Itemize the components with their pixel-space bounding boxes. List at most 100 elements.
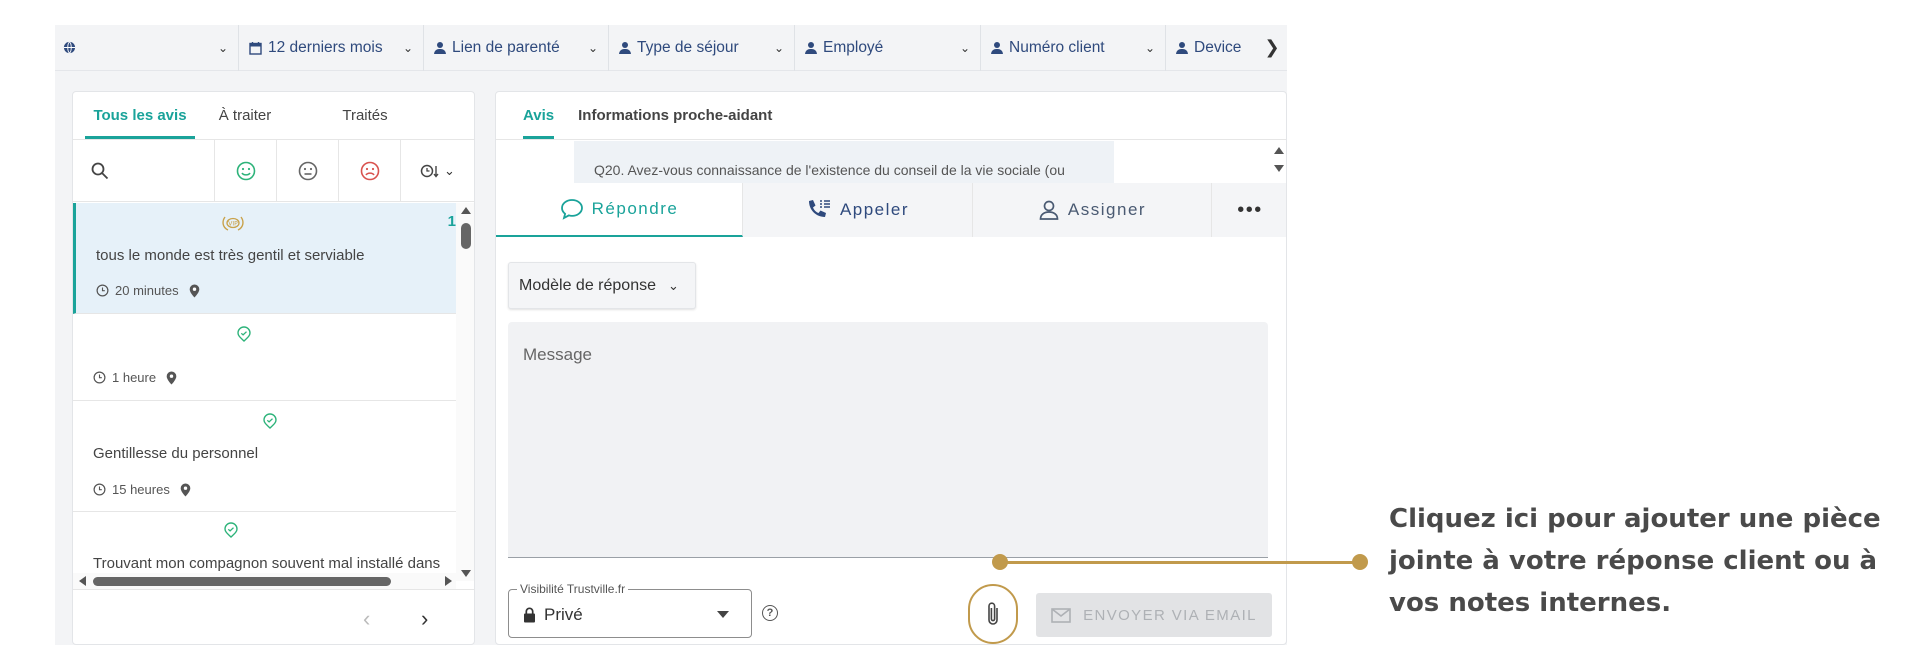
list-item[interactable]: Trouvant mon compagnon souvent mal insta… [73, 512, 456, 573]
filter-language[interactable]: ⌄ [55, 25, 239, 71]
filter-device[interactable]: Device [1166, 25, 1258, 71]
person-icon [1176, 41, 1188, 54]
detail-tabs: Avis Informations proche-aidant [496, 92, 1286, 140]
visibility-value: Privé [544, 605, 583, 624]
attach-file-button[interactable] [968, 584, 1018, 644]
previous-page-button[interactable]: ‹ [363, 606, 370, 632]
filter-lien-label: Lien de parenté [452, 38, 560, 56]
visibility-value-wrap: Privé [523, 605, 583, 625]
callout-text: Cliquez ici pour ajouter une pièce joint… [1389, 504, 1881, 618]
reviews-vertical-scrollbar[interactable] [456, 203, 474, 581]
filter-period[interactable]: 12 derniers mois ⌄ [239, 25, 424, 71]
search-button[interactable] [73, 140, 215, 201]
globe-icon [63, 41, 76, 54]
reviews-list: VIP 1 tous le monde est très gentil et s… [73, 203, 456, 573]
smile-sad-icon [360, 161, 379, 180]
reply-label: Répondre [591, 199, 679, 218]
chevron-down-icon: ⌄ [587, 40, 598, 55]
filter-numero-client[interactable]: Numéro client ⌄ [981, 25, 1166, 71]
speech-bubble-icon [560, 199, 583, 220]
filter-period-label: 12 derniers mois [268, 38, 383, 56]
location-marker-icon [263, 413, 277, 429]
scroll-down-arrow-icon[interactable] [1274, 165, 1284, 172]
visibility-select[interactable]: Visibilité Trustville.fr Privé [508, 582, 752, 638]
chevron-down-icon: ⌄ [773, 40, 784, 55]
filter-scroll-right-button[interactable]: ❯ [1258, 37, 1286, 58]
location-pin-icon [180, 483, 191, 496]
chevron-right-icon: ❯ [1264, 37, 1280, 57]
review-time: 20 minutes [115, 283, 179, 298]
filter-employe[interactable]: Employé ⌄ [795, 25, 981, 71]
scrollbar-thumb[interactable] [461, 223, 471, 249]
calendar-icon [249, 41, 262, 55]
callout-dot [1352, 554, 1368, 570]
filter-bar: ⌄ 12 derniers mois ⌄ Lien de parenté ⌄ T… [55, 25, 1287, 71]
review-meta: 1 heure [73, 370, 177, 385]
list-item[interactable]: VIP 1 tous le monde est très gentil et s… [73, 203, 456, 314]
filter-device-label: Device [1194, 38, 1242, 56]
tab-avis[interactable]: Avis [511, 92, 566, 139]
message-textarea[interactable]: Message [508, 322, 1268, 558]
list-item[interactable]: Gentillesse du personnel 15 heures [73, 401, 456, 512]
tab-traites[interactable]: Traités [295, 92, 435, 139]
tab-a-traiter[interactable]: À traiter [195, 92, 295, 139]
sort-dropdown[interactable]: ⌄ [401, 140, 474, 201]
send-email-button[interactable]: ENVOYER VIA EMAIL [1036, 593, 1272, 637]
visibility-label: Visibilité Trustville.fr [517, 582, 629, 596]
location-marker-icon [224, 522, 238, 538]
svg-text:VIP: VIP [228, 221, 238, 228]
app-window: ⌄ 12 derniers mois ⌄ Lien de parenté ⌄ T… [55, 25, 1287, 645]
scroll-left-arrow-icon[interactable] [79, 576, 86, 586]
scroll-up-arrow-icon[interactable] [461, 207, 471, 214]
filter-neutral-button[interactable] [277, 140, 339, 201]
chevron-down-icon: ⌄ [402, 40, 413, 55]
more-dots-icon: ••• [1237, 198, 1263, 221]
chevron-down-icon: ⌄ [667, 277, 679, 293]
assign-button[interactable]: Assigner [973, 183, 1212, 237]
chevron-down-icon: ⌄ [444, 162, 455, 178]
reviews-toolbar: ⌄ [73, 140, 474, 202]
sort-clock-icon [420, 164, 439, 178]
user-outline-icon [1039, 200, 1059, 220]
assign-label: Assigner [1067, 200, 1147, 219]
review-text: Gentillesse du personnel [93, 445, 259, 462]
chevron-down-icon: ⌄ [217, 40, 228, 55]
send-email-label: ENVOYER VIA EMAIL [1083, 606, 1257, 624]
more-options-button[interactable]: ••• [1212, 183, 1286, 237]
tab-tous-les-avis[interactable]: Tous les avis [85, 92, 195, 139]
next-page-button[interactable]: › [421, 606, 428, 632]
reply-button[interactable]: Répondre [496, 183, 743, 237]
paperclip-icon [988, 602, 998, 625]
location-marker-icon [237, 326, 251, 342]
message-placeholder: Message [523, 345, 592, 364]
review-time: 1 heure [112, 370, 157, 385]
scroll-up-arrow-icon[interactable] [1274, 147, 1284, 154]
filter-type-sejour[interactable]: Type de séjour ⌄ [609, 25, 795, 71]
response-template-dropdown[interactable]: Modèle de réponse ⌄ [508, 262, 696, 309]
review-meta: 20 minutes [76, 283, 200, 298]
scroll-right-arrow-icon[interactable] [445, 576, 452, 586]
review-meta: 15 heures [73, 482, 191, 497]
question-text: Q20. Avez-vous connaissance de l'existen… [574, 141, 1114, 183]
location-pin-icon [189, 284, 199, 297]
person-icon [619, 41, 631, 54]
help-icon[interactable]: ? [762, 605, 778, 621]
filter-lien-parente[interactable]: Lien de parenté ⌄ [424, 25, 609, 71]
filter-numero-label: Numéro client [1009, 38, 1105, 56]
location-pin-icon [166, 371, 177, 384]
scroll-down-arrow-icon[interactable] [461, 570, 471, 577]
reviews-horizontal-scrollbar[interactable] [73, 573, 456, 589]
award-badge-icon: VIP [222, 216, 244, 231]
tab-informations-proche-aidant[interactable]: Informations proche-aidant [566, 92, 784, 139]
list-item[interactable]: 1 heure [73, 314, 456, 401]
smile-happy-icon [236, 161, 255, 180]
scrollbar-thumb[interactable] [93, 577, 391, 586]
action-bar: Répondre Appeler Assigner ••• [496, 183, 1286, 237]
call-button[interactable]: Appeler [743, 183, 973, 237]
filter-positive-button[interactable] [215, 140, 277, 201]
chevron-down-icon: ⌄ [959, 40, 970, 55]
review-text: tous le monde est très gentil et serviab… [96, 247, 365, 264]
clock-icon [93, 371, 106, 384]
review-text: Trouvant mon compagnon souvent mal insta… [93, 555, 441, 572]
filter-negative-button[interactable] [339, 140, 401, 201]
